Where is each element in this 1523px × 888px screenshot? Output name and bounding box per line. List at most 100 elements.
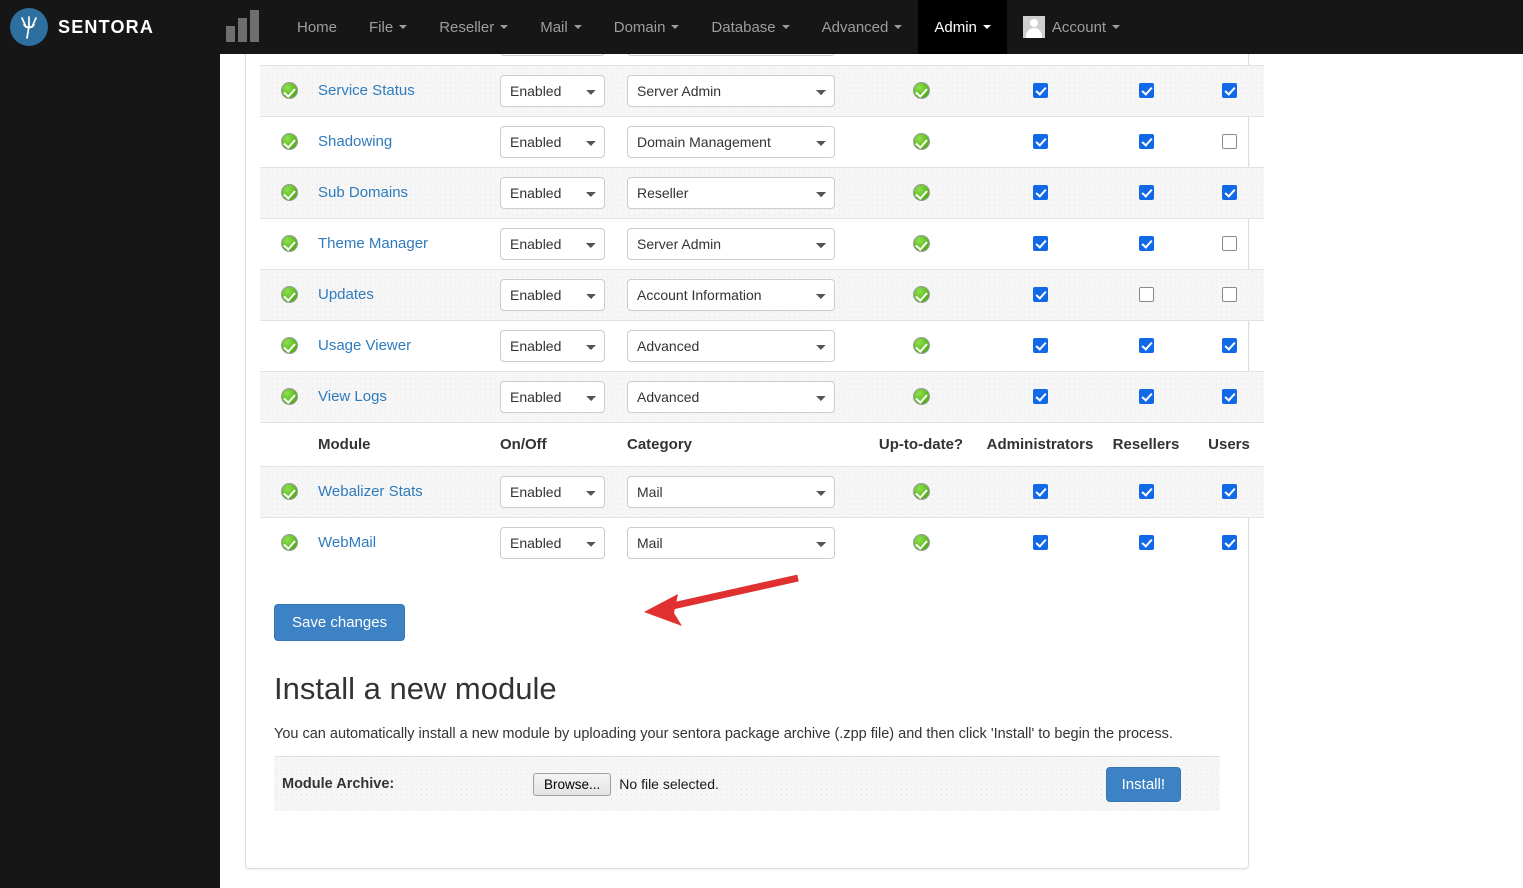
cell-resellers — [1098, 115, 1194, 167]
onoff-select[interactable]: EnabledDisabled — [500, 227, 605, 260]
cell-resellers — [1098, 516, 1194, 568]
category-select[interactable]: AdvancedServer AdminDomain ManagementRes… — [627, 227, 835, 260]
table-row: Shadowing EnabledDisabled AdvancedServer A… — [260, 115, 1264, 167]
resellers-checkbox[interactable] — [1138, 235, 1154, 251]
resellers-checkbox[interactable] — [1138, 483, 1154, 499]
up-to-date-check-icon — [912, 132, 930, 150]
header-administrators: Administrators — [982, 421, 1098, 466]
module-name-link[interactable]: View Logs — [318, 388, 387, 405]
administrators-checkbox[interactable] — [1032, 388, 1048, 404]
administrators-checkbox[interactable] — [1032, 82, 1048, 98]
nav-item-admin[interactable]: Admin — [918, 0, 1007, 54]
nav-label: File — [369, 18, 394, 36]
onoff-select[interactable]: EnabledDisabled — [500, 526, 605, 559]
resellers-checkbox[interactable] — [1138, 82, 1154, 98]
onoff-select[interactable]: EnabledDisabled — [500, 278, 605, 311]
module-archive-label: Module Archive: — [282, 776, 395, 793]
resellers-checkbox[interactable] — [1138, 184, 1154, 200]
category-select[interactable]: AdvancedServer AdminDomain ManagementRes… — [627, 329, 835, 362]
nav-item-domain[interactable]: Domain — [598, 0, 696, 54]
cell-users — [1194, 465, 1264, 517]
module-name-link[interactable]: Sub Domains — [318, 184, 408, 201]
module-name-link[interactable]: Usage Viewer — [318, 337, 411, 354]
category-select[interactable]: AdvancedServer AdminDomain ManagementRes… — [627, 74, 835, 107]
nav-item-home[interactable]: Home — [281, 0, 353, 54]
category-select[interactable]: AdvancedServer AdminDomain ManagementRes… — [627, 526, 835, 559]
cell-administrators — [982, 166, 1098, 218]
cell-category: AdvancedServer AdminDomain ManagementRes… — [627, 465, 860, 517]
resellers-checkbox[interactable] — [1138, 286, 1154, 302]
module-enabled-check-icon — [280, 183, 298, 201]
cell-administrators — [982, 268, 1098, 320]
administrators-checkbox[interactable] — [1032, 184, 1048, 200]
onoff-select[interactable]: EnabledDisabled — [500, 74, 605, 107]
cell-users — [1194, 217, 1264, 269]
administrators-checkbox[interactable] — [1032, 235, 1048, 251]
cell-category: AdvancedServer AdminDomain ManagementRes… — [627, 64, 860, 116]
users-checkbox[interactable] — [1221, 483, 1237, 499]
top-navbar: SENTORA Home File Reseller Mail Domain D… — [0, 0, 1523, 54]
cell-module: Theme Manager — [318, 217, 500, 269]
administrators-checkbox[interactable] — [1032, 535, 1048, 551]
resellers-checkbox[interactable] — [1138, 337, 1154, 353]
onoff-select[interactable]: EnabledDisabled — [500, 125, 605, 158]
module-enabled-check-icon — [280, 534, 298, 552]
nav-items: Home File Reseller Mail Domain Database … — [281, 0, 1136, 54]
chevron-down-icon — [1112, 25, 1121, 29]
users-checkbox[interactable] — [1221, 535, 1237, 551]
nav-label: Account — [1051, 18, 1107, 36]
module-name-link[interactable]: Service Status — [318, 82, 415, 99]
resellers-checkbox[interactable] — [1138, 388, 1154, 404]
browse-button[interactable]: Browse... — [533, 772, 612, 796]
nav-item-database[interactable]: Database — [695, 0, 805, 54]
onoff-select[interactable]: EnabledDisabled — [500, 380, 605, 413]
brand[interactable]: SENTORA — [0, 8, 212, 46]
users-checkbox[interactable] — [1221, 286, 1237, 302]
nav-item-advanced[interactable]: Advanced — [806, 0, 919, 54]
administrators-checkbox[interactable] — [1032, 286, 1048, 302]
save-changes-button[interactable]: Save changes — [274, 604, 406, 641]
resellers-checkbox[interactable] — [1138, 133, 1154, 149]
module-name-link[interactable]: Webalizer Stats — [318, 483, 423, 500]
nav-item-account[interactable]: Account — [1007, 0, 1136, 54]
cell-onoff: EnabledDisabled — [500, 370, 627, 422]
install-button[interactable]: Install! — [1105, 766, 1181, 802]
cell-users — [1194, 115, 1264, 167]
module-name-link[interactable]: Shadowing — [318, 133, 392, 150]
module-enabled-check-icon — [280, 387, 298, 405]
card-inner: Sentora NewsEnabledDisabledAdvancedServe… — [246, 0, 1264, 812]
category-select[interactable]: AdvancedServer AdminDomain ManagementRes… — [627, 125, 835, 158]
users-checkbox[interactable] — [1221, 337, 1237, 353]
cell-category: AdvancedServer AdminDomain ManagementRes… — [627, 268, 860, 320]
cell-category: AdvancedServer AdminDomain ManagementRes… — [627, 166, 860, 218]
module-name-link[interactable]: Updates — [318, 286, 374, 303]
module-name-link[interactable]: WebMail — [318, 534, 376, 551]
cell-category: AdvancedServer AdminDomain ManagementRes… — [627, 115, 860, 167]
administrators-checkbox[interactable] — [1032, 337, 1048, 353]
category-select[interactable]: AdvancedServer AdminDomain ManagementRes… — [627, 475, 835, 508]
nav-item-reseller[interactable]: Reseller — [423, 0, 524, 54]
onoff-select[interactable]: EnabledDisabled — [500, 329, 605, 362]
module-name-link[interactable]: Theme Manager — [318, 235, 428, 252]
bar-chart-icon[interactable] — [226, 10, 259, 42]
category-select[interactable]: AdvancedServer AdminDomain ManagementRes… — [627, 278, 835, 311]
users-checkbox[interactable] — [1221, 133, 1237, 149]
nav-item-mail[interactable]: Mail — [524, 0, 598, 54]
onoff-select[interactable]: EnabledDisabled — [500, 176, 605, 209]
administrators-checkbox[interactable] — [1032, 483, 1048, 499]
cell-uptodate — [860, 166, 982, 218]
onoff-select[interactable]: EnabledDisabled — [500, 475, 605, 508]
users-checkbox[interactable] — [1221, 235, 1237, 251]
nav-item-file[interactable]: File — [353, 0, 423, 54]
category-select[interactable]: AdvancedServer AdminDomain ManagementRes… — [627, 380, 835, 413]
chevron-down-icon — [982, 25, 991, 29]
resellers-checkbox[interactable] — [1138, 535, 1154, 551]
users-checkbox[interactable] — [1221, 388, 1237, 404]
administrators-checkbox[interactable] — [1032, 133, 1048, 149]
users-checkbox[interactable] — [1221, 184, 1237, 200]
users-checkbox[interactable] — [1221, 82, 1237, 98]
cell-users — [1194, 370, 1264, 422]
cell-onoff: EnabledDisabled — [500, 465, 627, 517]
cell-administrators — [982, 64, 1098, 116]
category-select[interactable]: AdvancedServer AdminDomain ManagementRes… — [627, 176, 835, 209]
